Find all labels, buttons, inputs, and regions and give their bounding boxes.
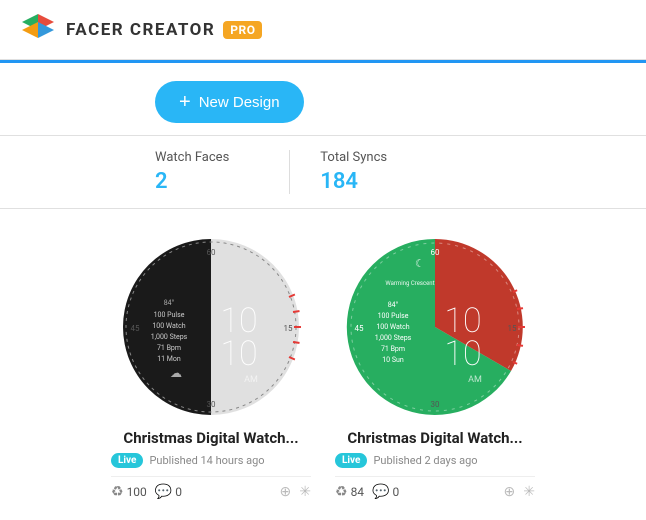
svg-text:Warming Crescent: Warming Crescent [385, 280, 434, 287]
published-text-1: Published 2 days ago [373, 454, 477, 467]
svg-text:1,000 Steps: 1,000 Steps [375, 334, 412, 342]
action-icons-0: ⊕ ✳ [280, 484, 311, 500]
hearts-count-0: 100 [127, 485, 147, 499]
svg-text:71 Bpm: 71 Bpm [157, 344, 181, 352]
svg-text:☾: ☾ [415, 257, 425, 270]
svg-text:1,000 Steps: 1,000 Steps [151, 333, 188, 341]
svg-text:84°: 84° [388, 301, 399, 309]
svg-text:30: 30 [207, 400, 216, 409]
watch-meta-0: Live Published 14 hours ago [111, 453, 311, 468]
svg-text:45: 45 [355, 324, 364, 333]
new-design-button[interactable]: + New Design [155, 81, 304, 123]
comments-stat-1: 💬 0 [372, 484, 399, 500]
svg-text:84°: 84° [164, 299, 175, 307]
total-syncs-value: 184 [320, 169, 387, 194]
new-design-area: + New Design [0, 63, 646, 136]
comment-icon-1: 💬 [372, 484, 389, 500]
svg-text:☁: ☁ [170, 366, 182, 380]
svg-text:60: 60 [431, 248, 440, 257]
svg-text:AM: AM [468, 375, 482, 385]
svg-text:45: 45 [131, 324, 140, 333]
live-badge-1: Live [335, 453, 367, 468]
share-icon-0[interactable]: ✳ [299, 484, 311, 500]
comment-icon-0: 💬 [155, 484, 172, 500]
svg-text:60: 60 [207, 248, 216, 257]
svg-text:100 Pulse: 100 Pulse [154, 311, 185, 319]
watch-face-1[interactable]: 60 30 45 15 ☾ Warming Crescent 84° 100 P… [345, 237, 525, 417]
watch-faces-label: Watch Faces [155, 150, 229, 165]
svg-text:AM: AM [244, 375, 258, 385]
watch-card-0: 60 30 45 15 84° 100 Pulse 100 Watch 1,00… [111, 237, 311, 500]
svg-text:15: 15 [508, 324, 517, 333]
total-syncs-label: Total Syncs [320, 150, 387, 165]
watch-name-1: Christmas Digital Watch... [347, 429, 522, 447]
heart-icon-0: ♻ [111, 484, 124, 500]
comments-count-0: 0 [175, 485, 182, 499]
comments-count-1: 0 [393, 485, 400, 499]
comments-stat-0: 💬 0 [155, 484, 182, 500]
app-header: FACER CREATOR PRO [0, 0, 646, 60]
svg-text:100 Watch: 100 Watch [152, 322, 185, 330]
watch-stats-1: ♻ 84 💬 0 ⊕ ✳ [335, 476, 535, 500]
watch-face-0[interactable]: 60 30 45 15 84° 100 Pulse 100 Watch 1,00… [121, 237, 301, 417]
svg-text:10: 10 [220, 334, 257, 374]
hearts-count-1: 84 [351, 485, 365, 499]
watch-stats-0: ♻ 100 💬 0 ⊕ ✳ [111, 476, 311, 500]
live-badge-0: Live [111, 453, 143, 468]
brand-name: FACER CREATOR [66, 20, 215, 40]
watch-card-1: 60 30 45 15 ☾ Warming Crescent 84° 100 P… [335, 237, 535, 500]
watch-faces-value: 2 [155, 169, 229, 194]
watch-name-0: Christmas Digital Watch... [123, 429, 298, 447]
svg-text:100 Watch: 100 Watch [376, 323, 409, 331]
svg-text:11 Mon: 11 Mon [157, 355, 181, 363]
plus-icon: + [179, 92, 191, 112]
app-logo-icon [20, 12, 56, 48]
watch-meta-1: Live Published 2 days ago [335, 453, 535, 468]
stats-row: Watch Faces 2 Total Syncs 184 [0, 136, 646, 209]
hearts-stat-0: ♻ 100 [111, 484, 147, 500]
android-icon-1[interactable]: ⊕ [504, 484, 516, 500]
android-icon-0[interactable]: ⊕ [280, 484, 292, 500]
svg-text:10 Sun: 10 Sun [382, 356, 404, 364]
svg-text:30: 30 [431, 400, 440, 409]
svg-text:71 Bpm: 71 Bpm [381, 345, 405, 353]
published-text-0: Published 14 hours ago [149, 454, 264, 467]
pro-badge: PRO [223, 21, 262, 39]
svg-text:10: 10 [444, 334, 481, 374]
total-syncs-stat: Total Syncs 184 [289, 150, 417, 194]
heart-icon-1: ♻ [335, 484, 348, 500]
share-icon-1[interactable]: ✳ [523, 484, 535, 500]
watch-faces-stat: Watch Faces 2 [155, 150, 259, 194]
hearts-stat-1: ♻ 84 [335, 484, 364, 500]
svg-text:100 Pulse: 100 Pulse [378, 312, 409, 320]
svg-text:15: 15 [284, 324, 293, 333]
watches-grid: 60 30 45 15 84° 100 Pulse 100 Watch 1,00… [0, 209, 646, 520]
action-icons-1: ⊕ ✳ [504, 484, 535, 500]
new-design-label: New Design [199, 94, 280, 111]
